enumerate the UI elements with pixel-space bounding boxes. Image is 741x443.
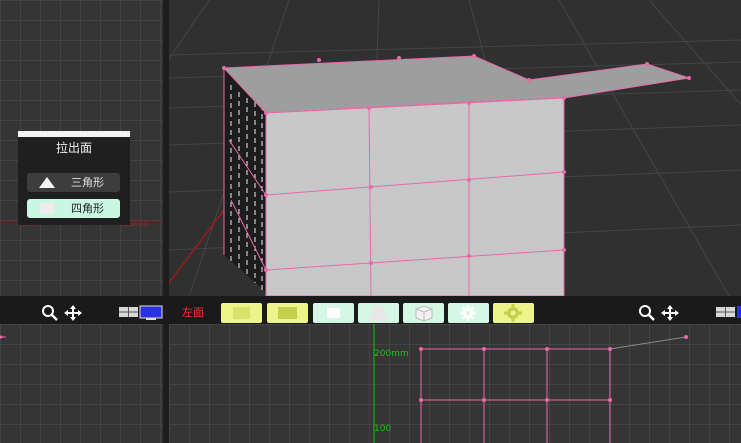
face-icon (233, 307, 250, 319)
bottom-left-viewport[interactable] (0, 324, 163, 443)
settings-icon (504, 304, 522, 322)
trapezoid-tool-button[interactable] (358, 303, 399, 323)
quad-option-button[interactable]: 四角形 (27, 199, 120, 218)
triangle-icon (39, 177, 55, 188)
gear-tool-button[interactable] (448, 303, 489, 323)
gear-icon (460, 305, 476, 321)
front-face (265, 97, 565, 296)
extrude-face-popup: 拉出面 三角形 四角形 (18, 131, 130, 225)
triangle-option-button[interactable]: 三角形 (27, 173, 120, 192)
view-layout-icon-right[interactable] (716, 305, 741, 321)
quad-option-label: 四角形 (71, 202, 104, 215)
extrude-edge-tool-button[interactable] (267, 303, 308, 323)
left-view-scene (373, 324, 688, 443)
zoom-pan-icon-right[interactable] (637, 304, 683, 322)
triangle-option-label: 三角形 (71, 176, 104, 189)
trapezoid-icon (368, 306, 389, 321)
settings-tool-button[interactable] (493, 303, 534, 323)
axis-label-200mm: 200mm (374, 349, 409, 359)
cube-icon (415, 305, 433, 322)
view-layout-icon-left[interactable] (119, 305, 163, 321)
square-tool-button[interactable] (313, 303, 354, 323)
cube-tool-button[interactable] (403, 303, 444, 323)
extrude-face-tool-button[interactable] (221, 303, 262, 323)
axis-label-100: 100 (374, 424, 392, 434)
zoom-pan-icon-left[interactable] (40, 304, 86, 322)
square-icon (40, 203, 54, 214)
popup-title: 拉出面 (55, 141, 92, 155)
left-view-viewport[interactable]: 200mm 100 (169, 324, 741, 443)
panel-icon (278, 307, 297, 319)
perspective-scene (169, 0, 741, 296)
perspective-viewport[interactable] (169, 0, 741, 296)
view-name-label[interactable]: 左面 (182, 304, 204, 322)
square-icon (327, 308, 340, 318)
